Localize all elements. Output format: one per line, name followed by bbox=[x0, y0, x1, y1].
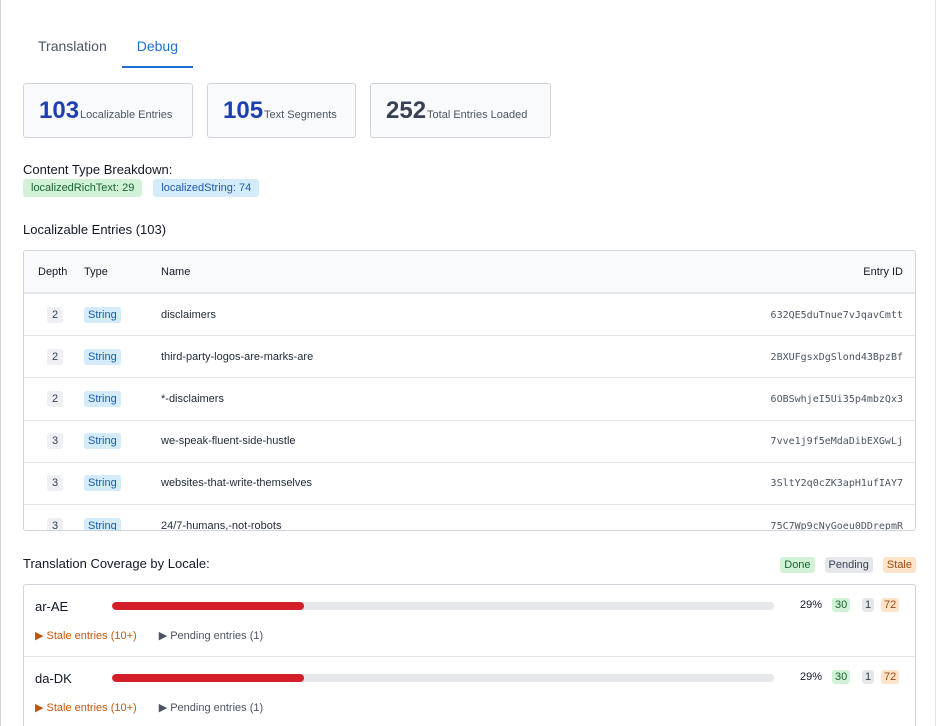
depth-badge: 3 bbox=[47, 517, 64, 530]
type-badge: String bbox=[84, 433, 121, 450]
entry-id: 3SltY2q0cZK3apH1ufIAY7 bbox=[770, 478, 903, 490]
col-header-name: Name bbox=[161, 265, 191, 278]
tab-bar: Translation Debug bbox=[23, 28, 194, 68]
table-row[interactable]: 3 String 24/7-humans,-not-robots 75C7Wp9… bbox=[24, 505, 915, 531]
tab-debug[interactable]: Debug bbox=[121, 28, 194, 68]
type-badge: String bbox=[84, 348, 121, 365]
locale-details: ▶ Stale entries (10+) ▶ Pending entries … bbox=[35, 629, 263, 642]
table-row[interactable]: 2 String *-disclaimers 6OBSwhjeI5Ui35p4m… bbox=[24, 378, 915, 421]
entry-id: 2BXUFgsxDgSlond43BpzBf bbox=[770, 351, 903, 363]
entries-table[interactable]: Depth Type Name Entry ID 2 String discla… bbox=[23, 250, 916, 531]
locale-details: ▶ Stale entries (10+) ▶ Pending entries … bbox=[35, 701, 263, 714]
progress-fill bbox=[112, 674, 304, 682]
entry-id: 75C7Wp9cNyGoeu0DDrepmR bbox=[770, 520, 903, 531]
entry-name: third-party-logos-are-marks-are bbox=[161, 350, 314, 363]
locale-percent: 29% bbox=[800, 671, 823, 683]
col-header-entry-id: Entry ID bbox=[863, 265, 903, 278]
pending-entries-toggle[interactable]: ▶ Pending entries (1) bbox=[159, 701, 263, 714]
pending-entries-toggle[interactable]: ▶ Pending entries (1) bbox=[159, 629, 263, 642]
stale-entries-toggle[interactable]: ▶ Stale entries (10+) bbox=[35, 701, 137, 714]
pending-count: 1 bbox=[862, 598, 875, 612]
depth-badge: 2 bbox=[47, 390, 64, 407]
type-badge: String bbox=[84, 475, 121, 492]
stat-card-localizable: 103 Localizable Entries bbox=[23, 83, 193, 138]
depth-badge: 3 bbox=[47, 475, 64, 492]
col-header-depth: Depth bbox=[38, 265, 68, 278]
entry-name: *-disclaimers bbox=[161, 392, 224, 405]
type-badge: String bbox=[84, 306, 121, 323]
tag-rich-text: localizedRichText: 29 bbox=[23, 179, 143, 197]
legend-pending: Pending bbox=[824, 557, 873, 573]
table-header: Depth Type Name Entry ID bbox=[24, 251, 915, 294]
depth-badge: 3 bbox=[47, 433, 64, 450]
table-row[interactable]: 2 String third-party-logos-are-marks-are… bbox=[24, 336, 915, 379]
tab-translation[interactable]: Translation bbox=[23, 28, 122, 68]
coverage-legend: Done Pending Stale bbox=[780, 557, 916, 573]
depth-badge: 2 bbox=[47, 348, 64, 365]
locale-row: ar-AE 29% 30 1 72 ▶ Stale entries (10+) … bbox=[24, 585, 915, 657]
stat-card-segments: 105 Text Segments bbox=[207, 83, 356, 138]
entry-id: 7vve1j9f5eMdaDibEXGwLj bbox=[770, 436, 903, 448]
stat-value: 105 bbox=[223, 96, 264, 124]
locale-name: ar-AE bbox=[35, 599, 69, 614]
col-header-type: Type bbox=[84, 265, 108, 278]
stat-card-total: 252 Total Entries Loaded bbox=[370, 83, 551, 138]
coverage-title: Translation Coverage by Locale: bbox=[23, 556, 210, 571]
stale-count: 72 bbox=[881, 598, 900, 612]
done-count: 30 bbox=[832, 670, 851, 684]
locale-percent: 29% bbox=[800, 599, 823, 611]
stale-entries-toggle[interactable]: ▶ Stale entries (10+) bbox=[35, 629, 137, 642]
progress-track bbox=[112, 674, 774, 682]
locale-name: da-DK bbox=[35, 671, 72, 686]
stat-value: 252 bbox=[386, 96, 427, 124]
stat-label: Total Entries Loaded bbox=[427, 108, 528, 121]
progress-track bbox=[112, 602, 774, 610]
entry-name: websites-that-write-themselves bbox=[161, 477, 312, 490]
locale-row: da-DK 29% 30 1 72 ▶ Stale entries (10+) … bbox=[24, 657, 915, 726]
table-row[interactable]: 3 String websites-that-write-themselves … bbox=[24, 463, 915, 505]
type-badge: String bbox=[84, 517, 121, 530]
breakdown-title: Content Type Breakdown: bbox=[23, 162, 173, 177]
done-count: 30 bbox=[832, 598, 851, 612]
stat-label: Localizable Entries bbox=[80, 108, 173, 121]
coverage-list: ar-AE 29% 30 1 72 ▶ Stale entries (10+) … bbox=[23, 584, 916, 726]
stat-label: Text Segments bbox=[264, 108, 337, 121]
breakdown-tags: localizedRichText: 29 localizedString: 7… bbox=[23, 179, 260, 197]
entry-name: 24/7-humans,-not-robots bbox=[161, 519, 282, 531]
progress-fill bbox=[112, 602, 304, 610]
table-row[interactable]: 3 String we-speak-fluent-side-hustle 7vv… bbox=[24, 421, 915, 463]
depth-badge: 2 bbox=[47, 306, 64, 323]
stale-count: 72 bbox=[881, 670, 900, 684]
tag-string: localizedString: 74 bbox=[153, 179, 260, 197]
entry-name: we-speak-fluent-side-hustle bbox=[161, 435, 296, 448]
entry-id: 632QE5duTnue7vJqavCmtt bbox=[770, 309, 903, 321]
pending-count: 1 bbox=[862, 670, 875, 684]
entry-name: disclaimers bbox=[161, 308, 217, 321]
entries-title: Localizable Entries (103) bbox=[23, 222, 167, 237]
entry-id: 6OBSwhjeI5Ui35p4mbzQx3 bbox=[770, 393, 903, 405]
table-row[interactable]: 2 String disclaimers 632QE5duTnue7vJqavC… bbox=[24, 294, 915, 337]
stats-row: 103 Localizable Entries 105 Text Segment… bbox=[23, 83, 551, 138]
type-badge: String bbox=[84, 390, 121, 407]
window-left-border bbox=[0, 0, 1, 726]
stat-value: 103 bbox=[39, 96, 80, 124]
legend-done: Done bbox=[780, 557, 815, 573]
legend-stale: Stale bbox=[882, 557, 916, 573]
